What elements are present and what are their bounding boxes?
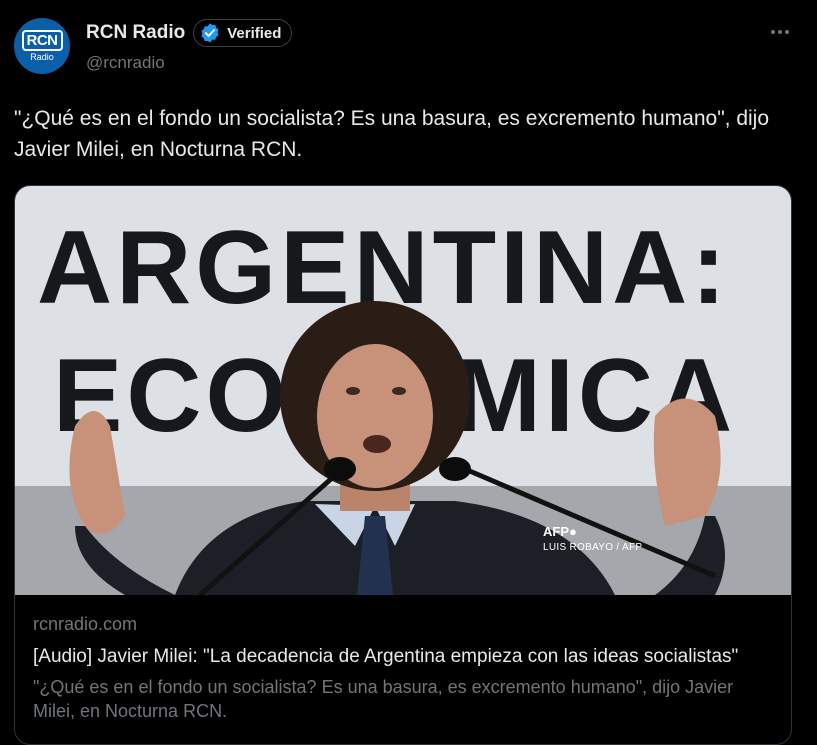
card-description: "¿Qué es en el fondo un socialista? Es u… xyxy=(33,677,734,721)
photo-illustration xyxy=(15,301,791,595)
link-card[interactable]: ARGENTINA: ECONÓMICA xyxy=(14,185,792,745)
photo-credit-logo: AFP● xyxy=(543,524,577,539)
avatar-logo-subtext: Radio xyxy=(30,52,54,62)
verified-check-icon xyxy=(201,23,219,43)
photo-credit: LUIS ROBAYO / AFP xyxy=(543,542,643,553)
display-name[interactable]: RCN Radio xyxy=(86,22,185,44)
card-image[interactable]: ARGENTINA: ECONÓMICA xyxy=(15,186,791,595)
avatar[interactable]: RCN Radio xyxy=(14,18,70,74)
rcn-logo: RCN Radio xyxy=(21,30,63,62)
verified-label: Verified xyxy=(227,24,282,42)
more-horizontal-icon xyxy=(778,30,782,34)
more-options-button[interactable] xyxy=(762,20,798,44)
verified-badge[interactable]: Verified xyxy=(193,19,293,47)
author-name-row: RCN Radio Verified xyxy=(86,19,293,47)
tweet: RCN Radio RCN Radio Verified @rcnradio "… xyxy=(0,0,817,745)
tweet-text: "¿Qué es en el fondo un socialista? Es u… xyxy=(14,107,770,161)
avatar-logo-text: RCN xyxy=(21,30,63,51)
more-horizontal-icon xyxy=(785,30,789,34)
handle[interactable]: @rcnradio xyxy=(86,53,165,73)
card-domain: rcnradio.com xyxy=(33,614,138,634)
card-title: [Audio] Javier Milei: "La decadencia de … xyxy=(33,646,739,667)
card-info[interactable]: rcnradio.com [Audio] Javier Milei: "La d… xyxy=(15,595,791,723)
more-horizontal-icon xyxy=(771,30,775,34)
